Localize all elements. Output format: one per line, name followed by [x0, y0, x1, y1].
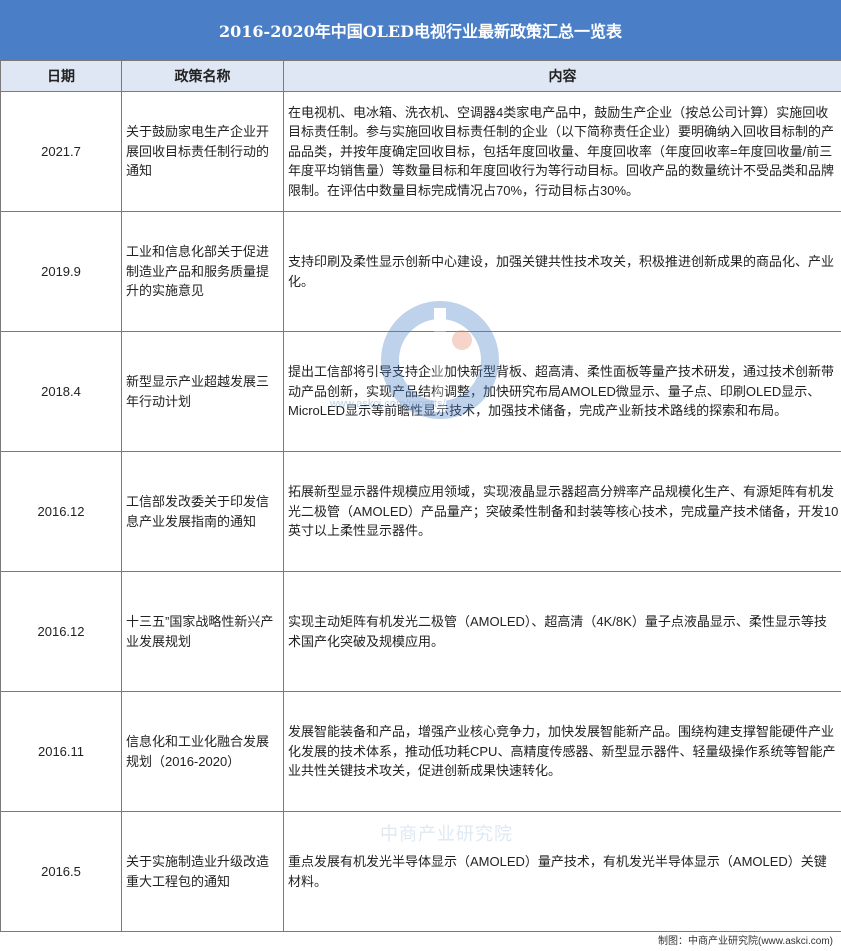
table-row: 2016.5 关于实施制造业升级改造重大工程包的通知 重点发展有机发光半导体显示… — [0, 811, 841, 932]
header-name: 政策名称 — [121, 60, 284, 92]
row-policy-name: 关于实施制造业升级改造重大工程包的通知 — [121, 811, 284, 932]
row-date: 2019.9 — [0, 211, 122, 332]
row-content: 拓展新型显示器件规模应用领域，实现液晶显示器超高分辨率产品规模化生产、有源矩阵有… — [283, 451, 841, 572]
row-content: 在电视机、电冰箱、洗衣机、空调器4类家电产品中，鼓励生产企业（按总公司计算）实施… — [283, 91, 841, 212]
row-date: 2016.5 — [0, 811, 122, 932]
table-row: 2016.12 十三五”国家战略性新兴产业发展规划 实现主动矩阵有机发光二极管（… — [0, 571, 841, 692]
policy-table: 日期 政策名称 内容 2021.7 关于鼓励家电生产企业开展回收目标责任制行动的… — [0, 60, 841, 932]
table-header-row: 日期 政策名称 内容 — [0, 60, 841, 92]
table-row: 2016.12 工信部发改委关于印发信息产业发展指南的通知 拓展新型显示器件规模… — [0, 451, 841, 572]
row-content: 实现主动矩阵有机发光二极管（AMOLED）、超高清（4K/8K）量子点液晶显示、… — [283, 571, 841, 692]
row-policy-name: 关于鼓励家电生产企业开展回收目标责任制行动的通知 — [121, 91, 284, 212]
table-row: 2018.4 新型显示产业超越发展三年行动计划 提出工信部将引导支持企业加快新型… — [0, 331, 841, 452]
row-content: 支持印刷及柔性显示创新中心建设，加强关键共性技术攻关，积极推进创新成果的商品化、… — [283, 211, 841, 332]
row-policy-name: 十三五”国家战略性新兴产业发展规划 — [121, 571, 284, 692]
row-policy-name: 新型显示产业超越发展三年行动计划 — [121, 331, 284, 452]
row-policy-name: 工信部发改委关于印发信息产业发展指南的通知 — [121, 451, 284, 572]
source-footer: 制图：中商产业研究院(www.askci.com) — [657, 936, 833, 947]
table-row: 2019.9 工业和信息化部关于促进制造业产品和服务质量提升的实施意见 支持印刷… — [0, 211, 841, 332]
policy-table-wrap: 日期 政策名称 内容 2021.7 关于鼓励家电生产企业开展回收目标责任制行动的… — [0, 60, 841, 932]
row-date: 2016.11 — [0, 691, 122, 812]
table-row: 2021.7 关于鼓励家电生产企业开展回收目标责任制行动的通知 在电视机、电冰箱… — [0, 91, 841, 212]
row-date: 2016.12 — [0, 451, 122, 572]
row-date: 2021.7 — [0, 91, 122, 212]
row-date: 2018.4 — [0, 331, 122, 452]
table-title: 2016-2020年中国OLED电视行业最新政策汇总一览表 — [0, 0, 841, 60]
row-policy-name: 信息化和工业化融合发展规划（2016-2020） — [121, 691, 284, 812]
row-date: 2016.12 — [0, 571, 122, 692]
row-content: 重点发展有机发光半导体显示（AMOLED）量产技术，有机发光半导体显示（AMOL… — [283, 811, 841, 932]
header-content: 内容 — [283, 60, 841, 92]
row-policy-name: 工业和信息化部关于促进制造业产品和服务质量提升的实施意见 — [121, 211, 284, 332]
table-row: 2016.11 信息化和工业化融合发展规划（2016-2020） 发展智能装备和… — [0, 691, 841, 812]
row-content: 提出工信部将引导支持企业加快新型背板、超高清、柔性面板等量产技术研发，通过技术创… — [283, 331, 841, 452]
row-content: 发展智能装备和产品，增强产业核心竞争力，加快发展智能新产品。围绕构建支撑智能硬件… — [283, 691, 841, 812]
header-date: 日期 — [0, 60, 122, 92]
